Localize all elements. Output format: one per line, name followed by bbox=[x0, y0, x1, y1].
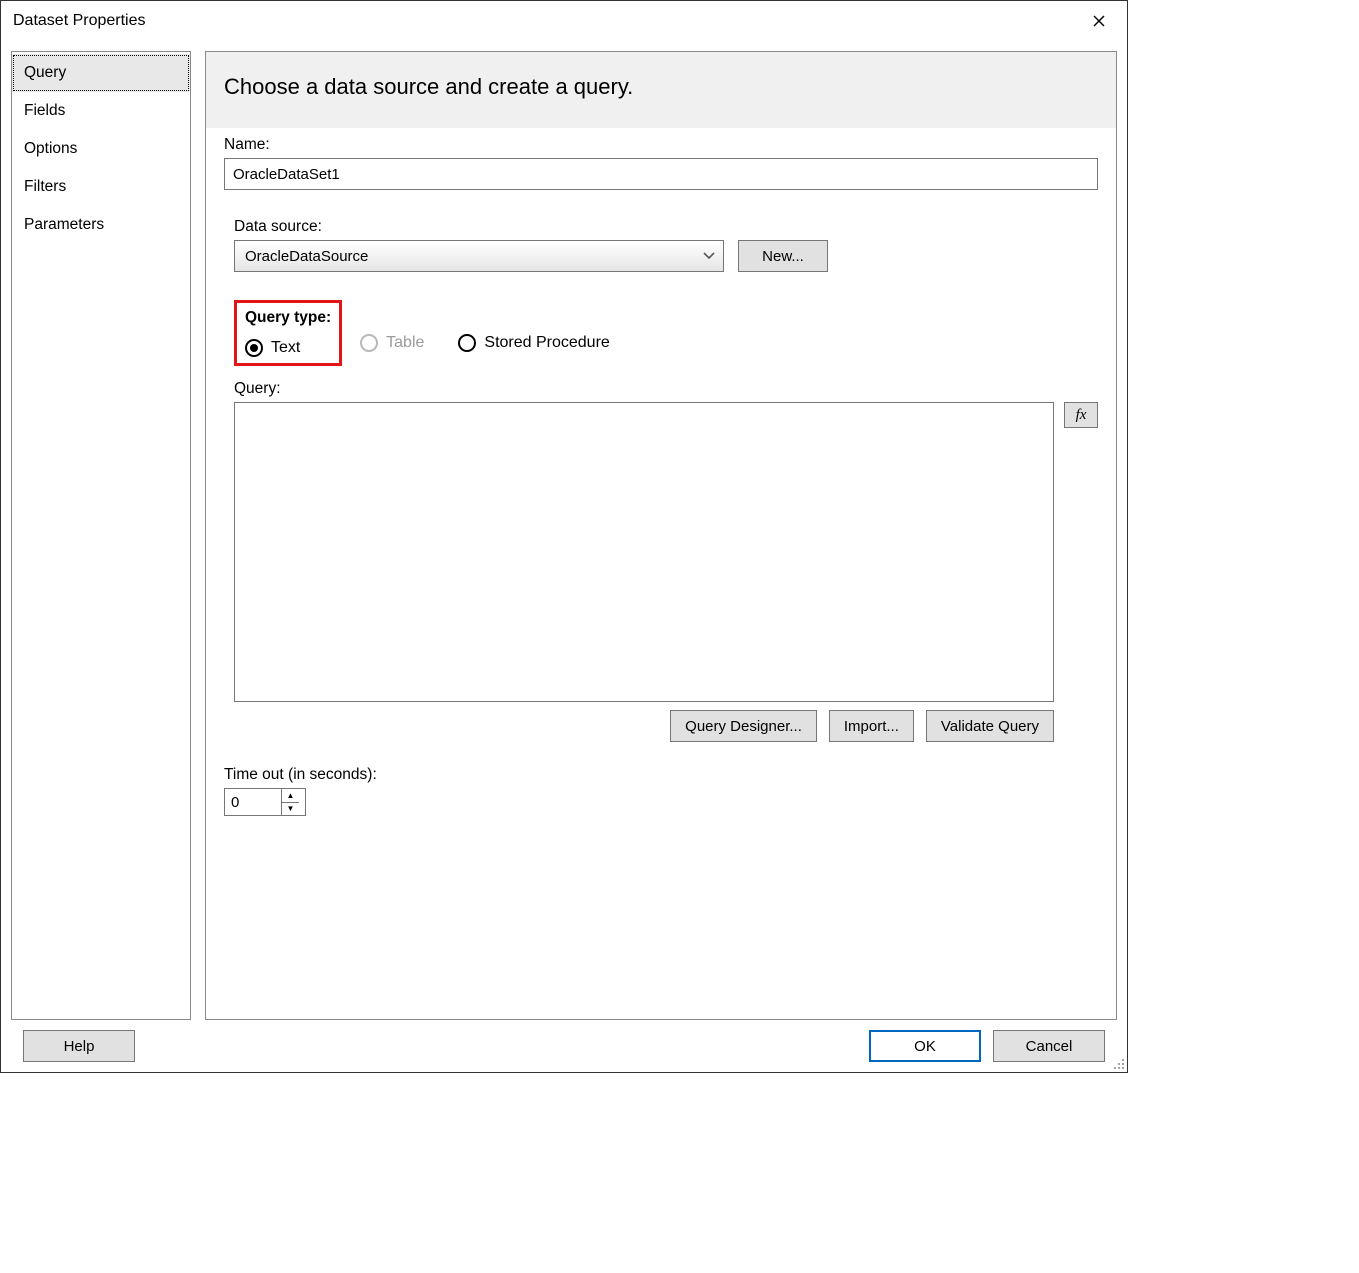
query-type-text-label: Text bbox=[271, 339, 300, 357]
spinner-down-button[interactable]: ▼ bbox=[282, 803, 299, 816]
validate-query-button[interactable]: Validate Query bbox=[926, 710, 1054, 742]
name-label: Name: bbox=[224, 136, 1098, 154]
cancel-button[interactable]: Cancel bbox=[993, 1030, 1105, 1062]
titlebar: Dataset Properties bbox=[1, 1, 1127, 41]
timeout-input[interactable] bbox=[225, 789, 281, 815]
query-type-storedproc-radio[interactable]: Stored Procedure bbox=[458, 334, 609, 352]
timeout-spinner[interactable]: ▲ ▼ bbox=[224, 788, 306, 816]
radio-icon bbox=[360, 334, 378, 352]
query-label: Query: bbox=[234, 380, 1098, 398]
query-type-storedproc-label: Stored Procedure bbox=[484, 334, 609, 352]
query-type-table-radio: Table bbox=[360, 334, 424, 352]
main-body: Name: Data source: OracleDataSource bbox=[206, 128, 1116, 824]
ok-button[interactable]: OK bbox=[869, 1030, 981, 1062]
radio-icon bbox=[245, 339, 263, 357]
resize-grip-icon[interactable] bbox=[1113, 1058, 1125, 1070]
fx-icon: fx bbox=[1076, 407, 1087, 424]
import-query-button[interactable]: Import... bbox=[829, 710, 914, 742]
timeout-label: Time out (in seconds): bbox=[224, 766, 1098, 784]
main-heading: Choose a data source and create a query. bbox=[206, 52, 1116, 128]
spinner-up-button[interactable]: ▲ bbox=[282, 789, 299, 803]
nav-item-options[interactable]: Options bbox=[12, 130, 190, 168]
nav-item-fields[interactable]: Fields bbox=[12, 92, 190, 130]
panels: Query Fields Options Filters Parameters … bbox=[11, 51, 1117, 1020]
nav-item-filters[interactable]: Filters bbox=[12, 168, 190, 206]
query-type-text-radio[interactable]: Text bbox=[245, 339, 331, 357]
dialog-footer: Help OK Cancel bbox=[11, 1020, 1117, 1072]
query-textarea[interactable] bbox=[234, 402, 1054, 702]
query-designer-button[interactable]: Query Designer... bbox=[670, 710, 817, 742]
query-type-label: Query type: bbox=[245, 309, 331, 327]
name-input[interactable] bbox=[224, 158, 1098, 190]
dialog-title: Dataset Properties bbox=[13, 12, 146, 30]
data-source-label: Data source: bbox=[234, 218, 1098, 236]
new-data-source-button[interactable]: New... bbox=[738, 240, 828, 272]
data-source-dropdown[interactable]: OracleDataSource bbox=[234, 240, 724, 272]
nav-pane: Query Fields Options Filters Parameters bbox=[11, 51, 191, 1020]
nav-item-parameters[interactable]: Parameters bbox=[12, 206, 190, 244]
spinner-buttons: ▲ ▼ bbox=[281, 789, 299, 815]
close-button[interactable] bbox=[1079, 5, 1119, 37]
dataset-properties-dialog: Dataset Properties Query Fields Options … bbox=[0, 0, 1128, 1073]
nav-item-query[interactable]: Query bbox=[12, 54, 190, 92]
chevron-down-icon bbox=[703, 252, 715, 260]
help-button[interactable]: Help bbox=[23, 1030, 135, 1062]
data-source-value: OracleDataSource bbox=[245, 248, 368, 265]
expression-fx-button[interactable]: fx bbox=[1064, 402, 1098, 428]
dialog-client-area: Query Fields Options Filters Parameters … bbox=[1, 41, 1127, 1072]
main-pane: Choose a data source and create a query.… bbox=[205, 51, 1117, 1020]
query-type-table-label: Table bbox=[386, 334, 424, 352]
query-type-highlight: Query type: Text bbox=[234, 300, 342, 366]
close-icon bbox=[1093, 15, 1105, 27]
radio-icon bbox=[458, 334, 476, 352]
